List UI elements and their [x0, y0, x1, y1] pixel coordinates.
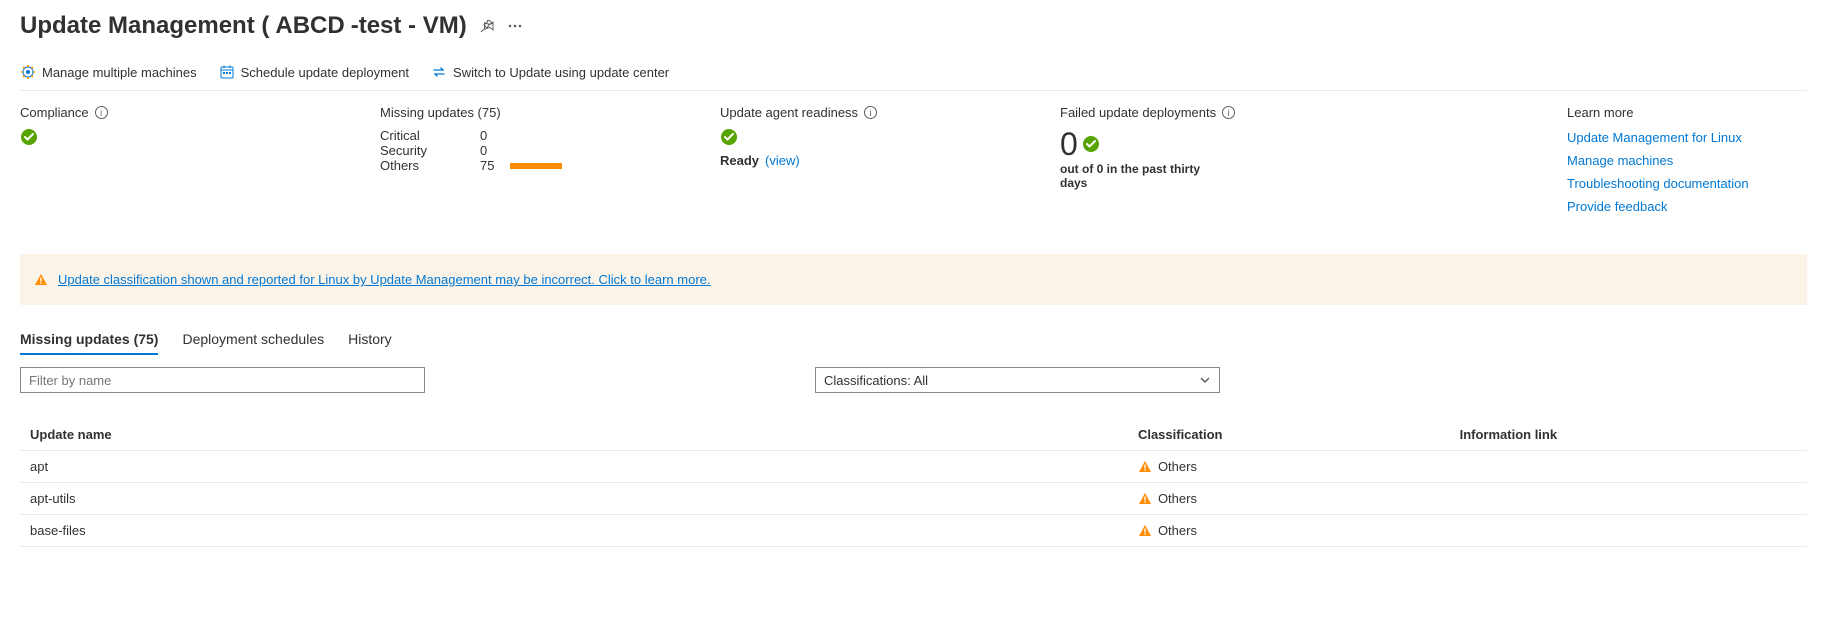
missing-row-critical: Critical 0: [380, 128, 680, 143]
learn-more-card: Learn more Update Management for Linux M…: [1567, 105, 1807, 222]
summary-row: Compliance i Missing updates (75) Critic…: [20, 91, 1807, 246]
missing-row-value: 0: [480, 143, 510, 158]
tab-history[interactable]: History: [348, 325, 392, 355]
check-circle-icon: [20, 128, 38, 146]
warning-icon: [34, 273, 48, 287]
title-row: Update Management ( ABCD -test - VM): [20, 12, 1807, 40]
title-prefix: Update Management (: [20, 12, 269, 40]
failed-subtext: out of 0 in the past thirty days: [1060, 162, 1220, 190]
missing-row-label: Others: [380, 158, 480, 173]
missing-row-others: Others 75: [380, 158, 680, 173]
swap-icon: [431, 64, 447, 80]
learn-link[interactable]: Troubleshooting documentation: [1567, 176, 1749, 191]
more-icon[interactable]: [507, 18, 523, 34]
switch-update-center-button[interactable]: Switch to Update using update center: [431, 64, 669, 80]
gear-icon: [20, 64, 36, 80]
filter-name-input[interactable]: [20, 367, 425, 393]
warning-banner: Update classification shown and reported…: [20, 254, 1807, 305]
missing-row-value: 75: [480, 158, 510, 173]
compliance-label: Compliance: [20, 105, 89, 120]
cell-update-name: apt: [20, 451, 1128, 483]
readiness-status: Ready: [720, 153, 759, 168]
warning-icon: [1138, 524, 1152, 538]
readiness-card: Update agent readiness i Ready (view): [720, 105, 1020, 168]
warning-icon: [1138, 460, 1152, 474]
info-icon[interactable]: i: [1222, 106, 1235, 119]
missing-row-value: 0: [480, 128, 510, 143]
cell-info-link: [1450, 451, 1807, 483]
banner-link[interactable]: Update classification shown and reported…: [58, 272, 711, 287]
classification-text: Others: [1158, 459, 1197, 474]
missing-row-label: Critical: [380, 128, 480, 143]
table-row[interactable]: apt-utils Others: [20, 483, 1807, 515]
missing-row-security: Security 0: [380, 143, 680, 158]
tab-missing-updates[interactable]: Missing updates (75): [20, 325, 158, 355]
tab-deployment-schedules[interactable]: Deployment schedules: [182, 325, 324, 355]
col-update-name[interactable]: Update name: [20, 419, 1128, 451]
table-header-row: Update name Classification Information l…: [20, 419, 1807, 451]
switch-update-center-label: Switch to Update using update center: [453, 65, 669, 80]
manage-multiple-label: Manage multiple machines: [42, 65, 197, 80]
check-circle-icon: [720, 128, 738, 146]
classifications-select[interactable]: Classifications: All: [815, 367, 1220, 393]
info-icon[interactable]: i: [95, 106, 108, 119]
failed-value: 0: [1060, 128, 1078, 160]
col-classification[interactable]: Classification: [1128, 419, 1450, 451]
manage-multiple-button[interactable]: Manage multiple machines: [20, 64, 197, 80]
info-icon[interactable]: i: [864, 106, 877, 119]
learn-link[interactable]: Manage machines: [1567, 153, 1673, 168]
check-circle-icon: [1082, 135, 1100, 153]
cell-classification: Others: [1138, 459, 1440, 474]
learn-link[interactable]: Update Management for Linux: [1567, 130, 1742, 145]
cell-classification: Others: [1138, 491, 1440, 506]
classification-text: Others: [1158, 523, 1197, 538]
vm-suffix: -test - VM): [351, 12, 467, 40]
compliance-card: Compliance i: [20, 105, 340, 149]
table-row[interactable]: apt Others: [20, 451, 1807, 483]
tabs: Missing updates (75) Deployment schedule…: [20, 325, 1807, 355]
missing-updates-label: Missing updates (75): [380, 105, 501, 120]
schedule-deployment-button[interactable]: Schedule update deployment: [219, 64, 409, 80]
cell-info-link: [1450, 483, 1807, 515]
missing-updates-table: Critical 0 Security 0 Others 75: [380, 128, 680, 173]
pin-icon[interactable]: [479, 18, 495, 34]
cell-update-name: base-files: [20, 515, 1128, 547]
page-title: Update Management ( ABCD -test - VM): [20, 12, 467, 40]
table-row[interactable]: base-files Others: [20, 515, 1807, 547]
updates-table: Update name Classification Information l…: [20, 419, 1807, 547]
chevron-down-icon: [1199, 374, 1211, 386]
classification-text: Others: [1158, 491, 1197, 506]
cell-classification: Others: [1138, 523, 1440, 538]
cell-info-link: [1450, 515, 1807, 547]
toolbar: Manage multiple machines Schedule update…: [20, 60, 1807, 91]
readiness-view-link[interactable]: (view): [765, 153, 800, 168]
missing-row-bar: [510, 163, 562, 169]
learn-more-label: Learn more: [1567, 105, 1633, 120]
schedule-deployment-label: Schedule update deployment: [241, 65, 409, 80]
filter-row: Classifications: All: [20, 367, 1807, 393]
failed-label: Failed update deployments: [1060, 105, 1216, 120]
failed-card: Failed update deployments i 0 out of 0 i…: [1060, 105, 1360, 190]
readiness-label: Update agent readiness: [720, 105, 858, 120]
calendar-icon: [219, 64, 235, 80]
classifications-label: Classifications: All: [824, 373, 928, 388]
missing-updates-card: Missing updates (75) Critical 0 Security…: [380, 105, 680, 173]
col-info-link[interactable]: Information link: [1450, 419, 1807, 451]
missing-row-label: Security: [380, 143, 480, 158]
learn-link[interactable]: Provide feedback: [1567, 199, 1667, 214]
warning-icon: [1138, 492, 1152, 506]
cell-update-name: apt-utils: [20, 483, 1128, 515]
vm-id: ABCD: [275, 12, 344, 40]
